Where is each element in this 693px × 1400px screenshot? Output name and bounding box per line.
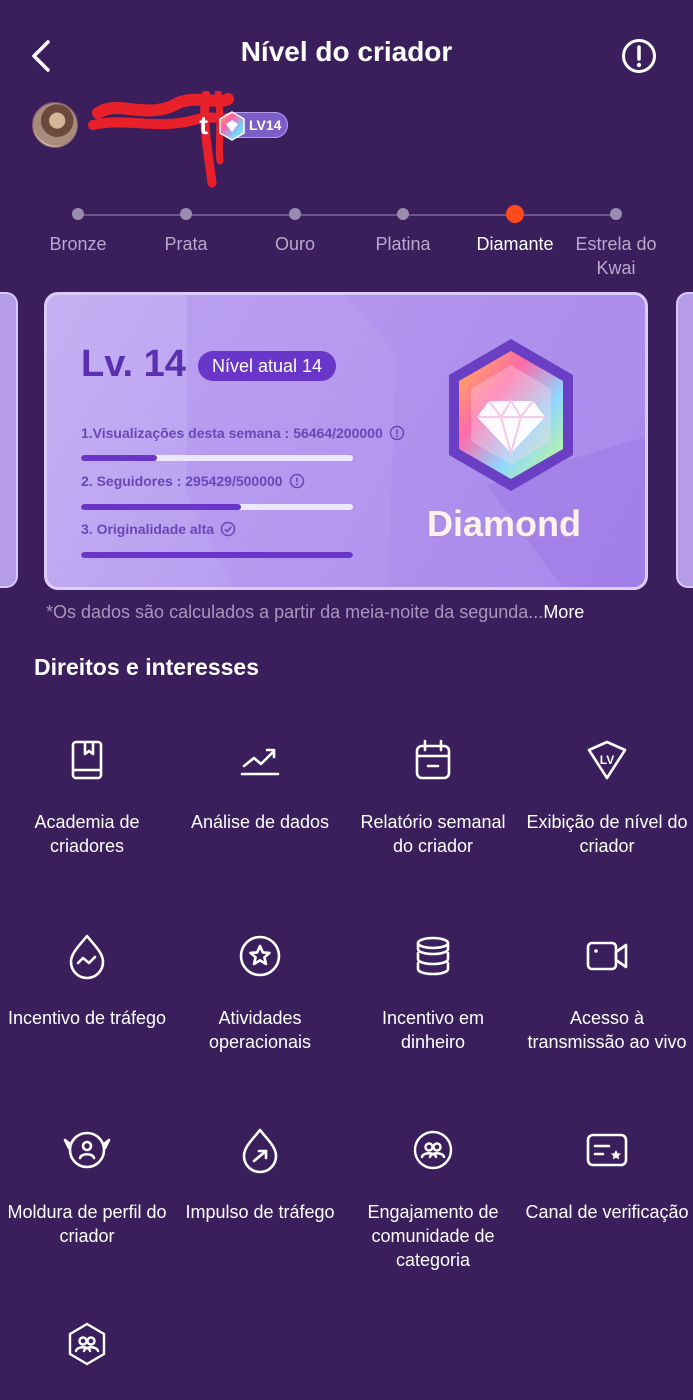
page-title: Nível do criador xyxy=(240,36,453,67)
username-suffix: t xyxy=(199,110,208,140)
more-link[interactable]: More xyxy=(543,602,584,622)
level-card[interactable]: Lv. 14 Nível atual 14 1.Visualizações de… xyxy=(44,292,648,590)
benefit-exibicao[interactable]: LV Exibição de nível do criador xyxy=(520,722,693,858)
level-label: Diamante xyxy=(476,234,554,254)
benefit-label: Acesso à transmissão ao vivo xyxy=(527,1008,687,1052)
level-badge-text: LV14 xyxy=(249,117,282,133)
diamond-tier-icon xyxy=(449,339,573,491)
benefit-group[interactable] xyxy=(0,1306,174,1368)
level-dot xyxy=(289,208,301,220)
avatar[interactable] xyxy=(32,102,78,148)
level-badge: LV14 xyxy=(219,111,289,141)
drop-arrow-icon xyxy=(242,1128,278,1174)
originality-progress-bar xyxy=(81,552,353,558)
level-label: Ouro xyxy=(274,234,316,254)
calendar-icon xyxy=(415,739,451,780)
benefit-transmissao[interactable]: Acesso à transmissão ao vivo xyxy=(520,918,693,1054)
level-step-prata[interactable]: Prata xyxy=(131,206,241,256)
benefit-analise[interactable]: Análise de dados xyxy=(173,722,347,834)
benefit-label: Exibição de nível do criador xyxy=(526,812,688,856)
card-level-title: Lv. 14 xyxy=(81,343,186,385)
star-circle-icon xyxy=(239,935,281,977)
community-icon xyxy=(413,1130,453,1170)
info-icon[interactable] xyxy=(389,425,405,441)
info-icon[interactable] xyxy=(289,473,305,489)
benefit-label: Academia de criadores xyxy=(34,812,140,856)
trend-chart-icon xyxy=(240,748,280,776)
level-label: Platina xyxy=(375,234,431,254)
level-dot xyxy=(397,208,409,220)
requirement-views: 1.Visualizações desta semana : 56464/200… xyxy=(81,425,405,441)
check-circle-icon xyxy=(220,521,236,537)
benefit-label: Relatório semanal do criador xyxy=(360,812,506,856)
benefit-verificacao[interactable]: Canal de verificação xyxy=(520,1112,693,1224)
level-label: Prata xyxy=(164,234,208,254)
level-label: Estrela do Kwai xyxy=(575,234,657,278)
benefit-dinheiro[interactable]: Incentivo em dinheiro xyxy=(346,918,520,1054)
benefit-label: Incentivo de tráfego xyxy=(7,1008,167,1028)
profile-frame-icon xyxy=(63,1131,111,1169)
progress-fill xyxy=(81,455,158,461)
benefit-label: Moldura de perfil do criador xyxy=(7,1202,167,1246)
benefit-label: Análise de dados xyxy=(190,812,330,832)
benefit-atividades[interactable]: Atividades operacionais xyxy=(173,918,347,1054)
svg-text:LV: LV xyxy=(600,753,614,767)
section-title: Direitos e interesses xyxy=(34,654,260,680)
lv-shield-icon: LV xyxy=(587,740,627,780)
benefit-comunidade[interactable]: Engajamento de comunidade de categoria xyxy=(346,1112,520,1272)
data-note: *Os dados são calculados a partir da mei… xyxy=(46,602,666,623)
current-level-pill: Nível atual 14 xyxy=(198,351,337,381)
level-dot xyxy=(72,208,84,220)
requirement-text: 2. Seguidores : 295429/500000 xyxy=(81,473,283,489)
level-dot xyxy=(610,208,622,220)
progress-fill xyxy=(81,504,242,510)
benefit-incentivo-trafego[interactable]: Incentivo de tráfego xyxy=(0,918,174,1030)
requirement-followers: 2. Seguidores : 295429/500000 xyxy=(81,473,305,489)
benefit-academia[interactable]: Academia de criadores xyxy=(0,722,174,858)
video-camera-icon xyxy=(586,941,628,971)
hex-badge-icon xyxy=(219,111,245,141)
benefit-label: Incentivo em dinheiro xyxy=(381,1008,485,1052)
coin-stack-icon xyxy=(416,936,450,976)
redaction-scribble xyxy=(88,91,238,188)
level-dot-active xyxy=(506,205,524,223)
benefit-label: Atividades operacionais xyxy=(208,1008,312,1052)
card-peek-next[interactable] xyxy=(676,292,693,588)
book-icon xyxy=(71,740,103,780)
requirement-originality: 3. Originalidade alta xyxy=(81,521,236,537)
views-progress-bar xyxy=(81,455,353,461)
level-label: Bronze xyxy=(49,234,107,254)
requirement-text: 1.Visualizações desta semana : 56464/200… xyxy=(81,425,383,441)
tier-name: Diamond xyxy=(427,503,582,544)
benefit-relatorio[interactable]: Relatório semanal do criador xyxy=(346,722,520,858)
level-step-platina[interactable]: Platina xyxy=(348,206,458,256)
level-timeline: Bronze Prata Ouro Platina Diamante Estre… xyxy=(0,200,693,290)
profile-row: t LV14 xyxy=(32,91,289,188)
benefit-label: Impulso de tráfego xyxy=(185,1202,335,1222)
note-text: *Os dados são calculados a partir da mei… xyxy=(46,602,544,622)
level-step-bronze[interactable]: Bronze xyxy=(23,206,133,256)
followers-progress-bar xyxy=(81,504,353,510)
benefit-impulso[interactable]: Impulso de tráfego xyxy=(173,1112,347,1224)
progress-fill xyxy=(81,552,353,558)
level-dot xyxy=(180,208,192,220)
card-peek-previous[interactable] xyxy=(0,292,18,588)
requirement-text: 3. Originalidade alta xyxy=(81,521,215,537)
benefit-label: Engajamento de comunidade de categoria xyxy=(367,1202,499,1270)
benefit-label: Canal de verificação xyxy=(525,1202,689,1222)
info-alert-icon[interactable] xyxy=(621,38,657,74)
level-step-ouro[interactable]: Ouro xyxy=(240,206,350,256)
level-step-estrela[interactable]: Estrela do Kwai xyxy=(560,206,672,280)
benefit-moldura[interactable]: Moldura de perfil do criador xyxy=(0,1112,174,1248)
verify-card-icon xyxy=(586,1133,628,1167)
level-step-diamante[interactable]: Diamante xyxy=(460,205,570,256)
group-hex-icon xyxy=(68,1322,106,1366)
drop-wave-icon xyxy=(69,934,105,980)
username: t xyxy=(88,91,238,188)
